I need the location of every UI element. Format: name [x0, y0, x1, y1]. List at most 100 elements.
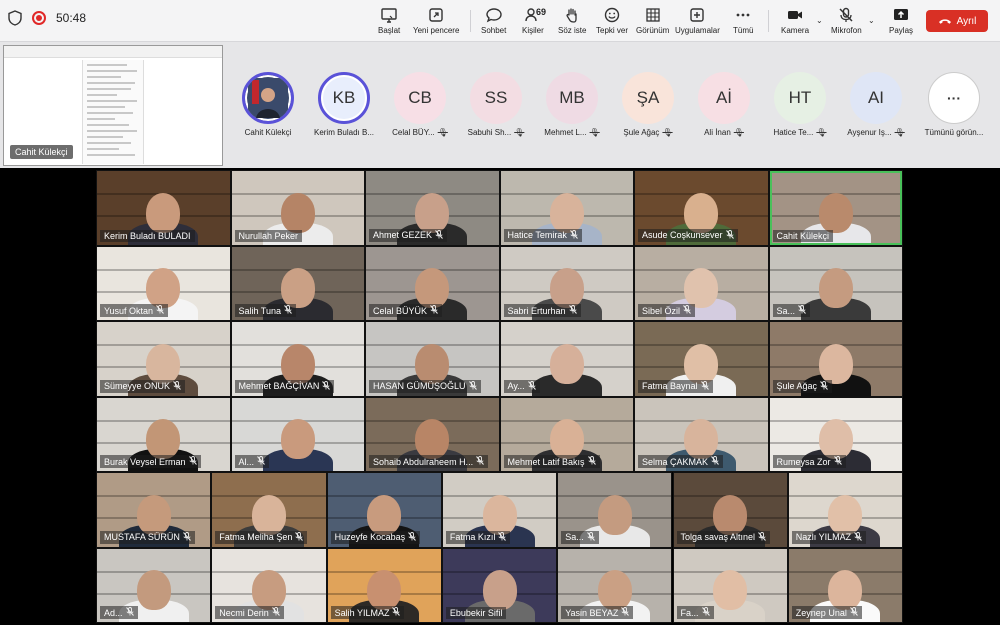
participant-video-tile[interactable]: Fa... [672, 547, 788, 623]
participants-button[interactable]: 69 Kişiler [522, 6, 546, 35]
participant-video-tile[interactable]: Şule Ağaç [768, 321, 903, 397]
microphone-button[interactable]: Mikrofon [831, 6, 862, 35]
participant-avatar-tile[interactable]: MB Mehmet L... 🎙︎ [536, 72, 608, 137]
participant-face [828, 570, 863, 610]
share-button[interactable]: Paylaş [889, 6, 913, 35]
muted-mic-icon [322, 380, 331, 392]
participant-video-tile[interactable]: Ad... [96, 547, 212, 623]
participant-video-tile[interactable]: Nurullah Peker [230, 170, 365, 246]
participant-video-tile[interactable]: Sohaib Abdulraheem H... [365, 396, 500, 472]
participant-face [146, 268, 181, 308]
participant-video-tile[interactable]: Ebubekir Sifil [441, 547, 558, 623]
participant-video-tile[interactable]: Ay... [499, 321, 634, 397]
participant-name-label: Nazlı YILMAZ [791, 530, 867, 544]
participant-video-tile[interactable]: Yasin BEYAZ [557, 547, 673, 623]
muted-mic-icon [854, 531, 863, 543]
new-window-button[interactable]: Yeni pencere [413, 6, 459, 35]
muted-mic-icon [476, 456, 484, 467]
participant-name-label: Fatma Kızıl [445, 530, 511, 544]
participant-video-tile[interactable]: Rumeysa Zor [768, 396, 903, 472]
apps-button[interactable]: Uygulamalar [675, 6, 720, 35]
participant-name: Ahmet GEZEK [373, 230, 433, 240]
participant-video-tile[interactable]: Burak Veysel Erman [96, 396, 231, 472]
participant-name-label: Şule Ağaç [772, 379, 833, 393]
participant-video-tile[interactable]: Fatma Kızıl [441, 472, 558, 548]
avatar: ŞA [622, 72, 674, 124]
participant-video-tile[interactable]: Sabri Erturhan [499, 245, 634, 321]
participant-video-tile[interactable]: HASAN GÜMÜŞOĞLU [365, 321, 500, 397]
see-all-participants[interactable]: ··· Tümünü görün... [918, 72, 990, 137]
participant-video-tile[interactable]: Yusuf Oktan [96, 245, 231, 321]
participant-video-tile[interactable]: Sa... [768, 245, 903, 321]
participant-video-tile[interactable]: Necmi Derin [211, 547, 327, 623]
start-share-button[interactable]: Başlat [378, 6, 400, 35]
participant-avatar-tile[interactable]: Cahit Külekçi [232, 72, 304, 137]
participant-name-label: Zeynep Unal [791, 606, 862, 619]
participant-video-tile[interactable]: Tolga savaş Altınel [672, 472, 788, 548]
participant-video-tile[interactable]: Kerim Buladı BULADI [96, 170, 231, 246]
participant-name: Nurullah Peker [238, 230, 299, 241]
avatar-name-text: Şule Ağaç [623, 128, 660, 137]
participant-video-tile[interactable]: Mehmet BAĞÇİVAN [230, 321, 365, 397]
participant-avatar-tile[interactable]: HT Hatice Te... 🎙︎ [764, 72, 836, 137]
apps-plus-icon [690, 8, 705, 22]
participant-name-label: Nurullah Peker [234, 229, 303, 242]
camera-button[interactable]: Kamera [781, 6, 809, 35]
participant-avatar-tile[interactable]: AI Ayşenur Iş... 🎙︎ [840, 72, 912, 137]
participant-video-tile[interactable]: Ahmet GEZEK [365, 170, 500, 246]
recording-icon[interactable] [32, 11, 46, 25]
participant-avatar-tile[interactable]: Aİ Ali İnan 🎙︎ [688, 72, 760, 137]
mic-options-chevron-icon[interactable]: ⌄ [868, 16, 875, 25]
view-button[interactable]: Görünüm [636, 6, 669, 35]
more-button[interactable]: Tümü [733, 6, 753, 35]
participant-video-tile[interactable]: Selma ÇAKMAK [634, 396, 769, 472]
participant-video-tile[interactable]: Celal BÜYÜK [365, 245, 500, 321]
leave-button[interactable]: Ayrıl [926, 10, 988, 32]
participant-video-tile[interactable]: Al... [230, 396, 365, 472]
muted-mic-icon [188, 456, 197, 467]
participant-video-tile[interactable]: Zeynep Unal [787, 547, 904, 623]
avatar-name: Hatice Te... 🎙︎ [773, 128, 826, 137]
participant-face [415, 419, 450, 459]
participant-video-tile[interactable]: Asude Coşkunsever [634, 170, 769, 246]
shared-screen-owner: Cahit Külekçi [10, 145, 73, 159]
participant-face [684, 192, 719, 233]
shared-screen-thumbnail[interactable]: Cahit Külekçi [3, 45, 223, 166]
participant-name: Mehmet Latif Bakış [507, 456, 585, 467]
participant-video-tile[interactable]: Fatma Meliha Şen [211, 472, 327, 548]
participant-video-tile[interactable]: Sümeyye ONUK [96, 321, 231, 397]
participant-video-tile[interactable]: Sa... [557, 472, 673, 548]
participant-video-tile[interactable]: Sibel Özil [634, 245, 769, 321]
participant-name-label: Sibel Özil [638, 304, 696, 317]
muted-mic-icon: 🎙︎ [662, 128, 673, 137]
raise-hand-button[interactable]: Söz iste [558, 6, 586, 35]
participant-name-label: HASAN GÜMÜŞOĞLU [369, 379, 481, 393]
participant-video-tile[interactable]: Huzeyfe Kocabaş [326, 472, 442, 548]
participant-avatar-tile[interactable]: SS Sabuhi Sh... 🎙︎ [460, 72, 532, 137]
participant-avatar-tile[interactable]: ŞA Şule Ağaç 🎙︎ [612, 72, 684, 137]
participant-video-tile[interactable]: Hatice Temirak [499, 170, 634, 246]
participant-avatar-tile[interactable]: CB Celal BÜY... 🎙︎ [384, 72, 456, 137]
participant-name: Fatma Kızıl [449, 532, 496, 542]
participant-video-tile[interactable]: Nazlı YILMAZ [787, 472, 904, 548]
react-button[interactable]: Tepki ver [596, 6, 628, 35]
participant-video-tile[interactable]: Salih Tuna [230, 245, 365, 321]
chat-button[interactable]: Sohbet [481, 6, 506, 35]
participant-name-label: Celal BÜYÜK [369, 304, 443, 317]
participant-name-label: Yasin BEYAZ [561, 606, 634, 619]
participant-avatar-tile[interactable]: KB Kerim Buladı B... [308, 72, 380, 137]
participant-video-tile[interactable]: Salih YILMAZ [326, 547, 442, 623]
avatar: SS [470, 72, 522, 124]
muted-mic-icon [435, 229, 443, 241]
participant-video-tile[interactable]: MUSTAFA SÜRÜN [96, 472, 212, 548]
participant-video-tile[interactable]: Fatma Baynal [634, 321, 769, 397]
camera-options-chevron-icon[interactable]: ⌄ [816, 16, 823, 25]
phone-hangup-icon [938, 19, 951, 24]
shield-icon[interactable] [8, 10, 22, 26]
participant-video-tile[interactable]: Mehmet Latif Bakış [499, 396, 634, 472]
avatar-name-text: Ali İnan [704, 128, 731, 137]
participant-video-tile[interactable]: Cahit Külekçi [768, 170, 903, 246]
participant-name-label: Salih Tuna [234, 304, 297, 317]
video-meeting-window: 50:48 Başlat Yeni pencere Sohbet 69 Kişi… [0, 0, 1000, 625]
camera-icon [788, 11, 802, 19]
